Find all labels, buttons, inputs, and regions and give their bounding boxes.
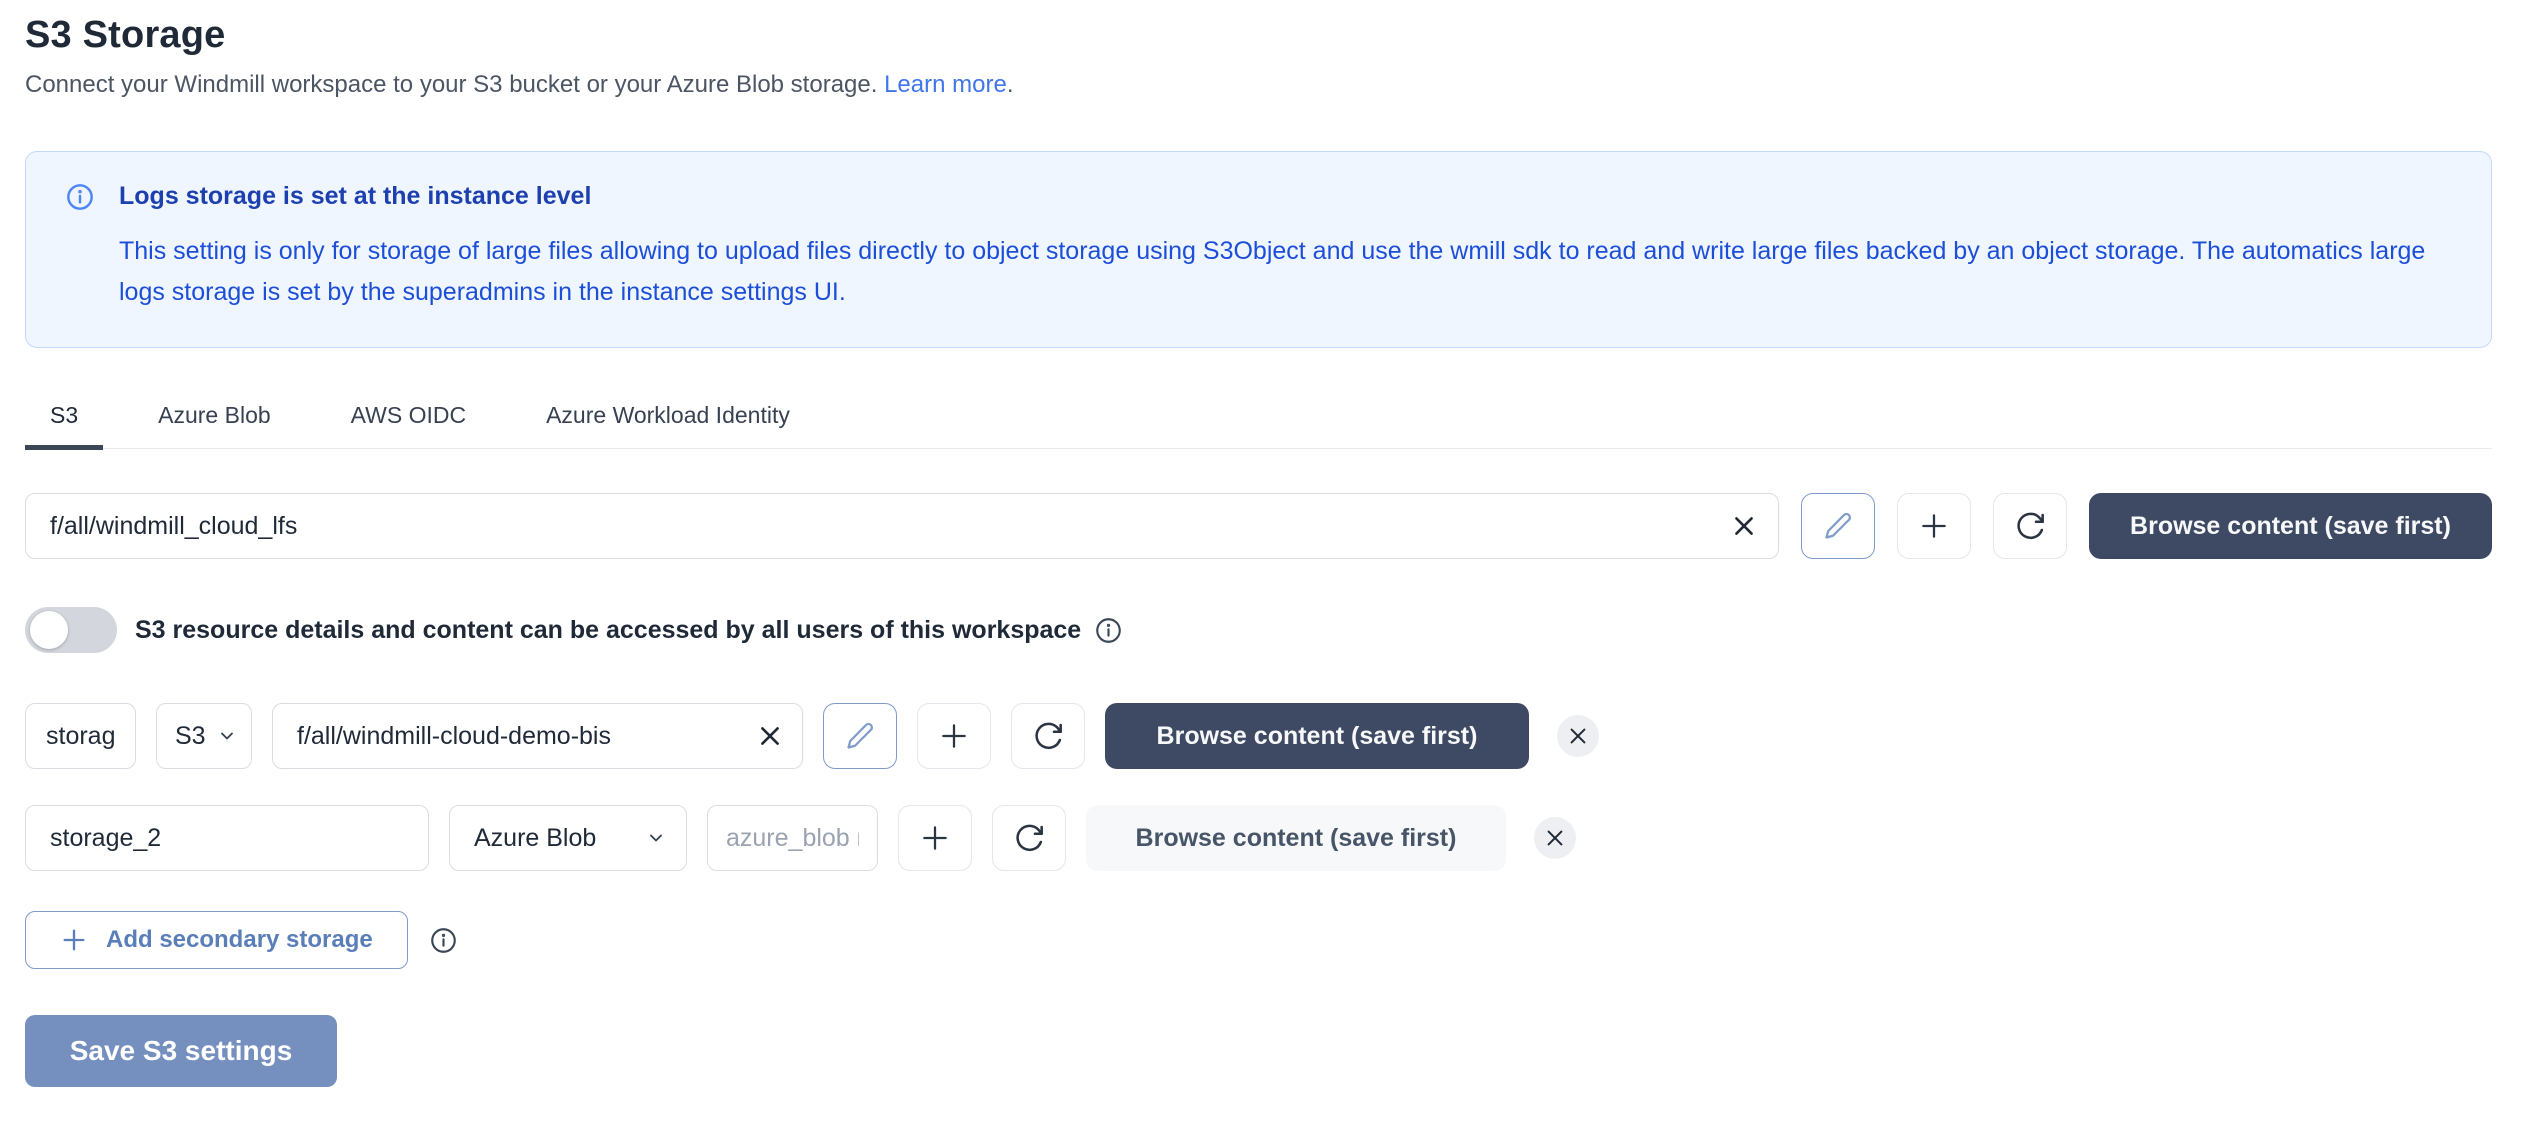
create-resource-button[interactable] bbox=[1897, 493, 1971, 559]
workspace-access-label: S3 resource details and content can be a… bbox=[135, 616, 1081, 645]
primary-storage-row: Browse content (save first) bbox=[25, 493, 2492, 559]
tab-s3[interactable]: S3 bbox=[25, 402, 103, 450]
primary-resource-input-wrap bbox=[25, 493, 1779, 559]
add-secondary-row: Add secondary storage bbox=[25, 871, 2492, 969]
banner-body: This setting is only for storage of larg… bbox=[119, 231, 2449, 313]
secondary-browse-content-button[interactable]: Browse content (save first) bbox=[1105, 703, 1529, 769]
pencil-icon bbox=[845, 721, 875, 751]
plus-icon bbox=[60, 926, 88, 954]
tab-azure-workload-identity[interactable]: Azure Workload Identity bbox=[521, 402, 815, 448]
tab-aws-oidc[interactable]: AWS OIDC bbox=[326, 402, 491, 448]
add-secondary-storage-label: Add secondary storage bbox=[106, 926, 373, 954]
secondary-name-input[interactable] bbox=[25, 805, 429, 871]
secondary-resource-input[interactable] bbox=[272, 703, 803, 769]
create-resource-button[interactable] bbox=[917, 703, 991, 769]
toggle-knob bbox=[30, 611, 68, 649]
secondary-storage-row: Azure Blob Browse content (save first) bbox=[25, 805, 2492, 871]
selected-type: S3 bbox=[175, 722, 206, 751]
banner-header: Logs storage is set at the instance leve… bbox=[66, 182, 2451, 211]
secondary-type-select[interactable]: S3 bbox=[156, 703, 252, 769]
info-icon[interactable] bbox=[430, 927, 457, 954]
edit-resource-button[interactable] bbox=[823, 703, 897, 769]
subtitle-text: Connect your Windmill workspace to your … bbox=[25, 71, 877, 98]
workspace-access-toggle-row: S3 resource details and content can be a… bbox=[25, 607, 2492, 653]
refresh-icon bbox=[1013, 822, 1045, 854]
x-icon bbox=[1544, 827, 1566, 849]
chevron-down-icon bbox=[646, 828, 666, 848]
refresh-icon bbox=[2014, 510, 2046, 542]
clear-resource-icon[interactable] bbox=[757, 723, 783, 749]
primary-browse-content-button[interactable]: Browse content (save first) bbox=[2089, 493, 2492, 559]
learn-more-link[interactable]: Learn more bbox=[884, 71, 1007, 98]
secondary-resource-input[interactable] bbox=[707, 805, 878, 871]
secondary-type-select[interactable]: Azure Blob bbox=[449, 805, 687, 871]
primary-resource-input[interactable] bbox=[25, 493, 1779, 559]
secondary-storage-row: S3 Browse content (s bbox=[25, 703, 2492, 769]
refresh-resource-button[interactable] bbox=[1993, 493, 2067, 559]
add-secondary-storage-button[interactable]: Add secondary storage bbox=[25, 911, 408, 969]
selected-type: Azure Blob bbox=[474, 824, 596, 853]
info-icon bbox=[66, 183, 94, 211]
s3-storage-settings-page: S3 Storage Connect your Windmill workspa… bbox=[0, 0, 2530, 1087]
remove-secondary-storage-button[interactable] bbox=[1534, 817, 1576, 859]
refresh-resource-button[interactable] bbox=[1011, 703, 1085, 769]
plus-icon bbox=[938, 720, 970, 752]
info-icon[interactable] bbox=[1095, 617, 1122, 644]
tab-azure-blob[interactable]: Azure Blob bbox=[133, 402, 296, 448]
page-subtitle: Connect your Windmill workspace to your … bbox=[25, 71, 2492, 99]
workspace-access-toggle[interactable] bbox=[25, 607, 117, 653]
edit-resource-button[interactable] bbox=[1801, 493, 1875, 559]
create-resource-button[interactable] bbox=[898, 805, 972, 871]
instance-level-logs-banner: Logs storage is set at the instance leve… bbox=[25, 151, 2492, 348]
secondary-browse-content-button[interactable]: Browse content (save first) bbox=[1086, 805, 1506, 871]
page-title: S3 Storage bbox=[25, 14, 2492, 57]
pencil-icon bbox=[1823, 511, 1853, 541]
subtitle-period: . bbox=[1007, 71, 1014, 98]
banner-title: Logs storage is set at the instance leve… bbox=[119, 182, 591, 211]
storage-type-tabs: S3 Azure Blob AWS OIDC Azure Workload Id… bbox=[25, 402, 2492, 449]
x-icon bbox=[1567, 725, 1589, 747]
plus-icon bbox=[919, 822, 951, 854]
refresh-icon bbox=[1032, 720, 1064, 752]
clear-resource-icon[interactable] bbox=[1731, 513, 1757, 539]
remove-secondary-storage-button[interactable] bbox=[1557, 715, 1599, 757]
secondary-name-input[interactable] bbox=[25, 703, 136, 769]
save-s3-settings-button[interactable]: Save S3 settings bbox=[25, 1015, 337, 1087]
plus-icon bbox=[1918, 510, 1950, 542]
secondary-resource-input-wrap bbox=[272, 703, 803, 769]
refresh-resource-button[interactable] bbox=[992, 805, 1066, 871]
chevron-down-icon bbox=[217, 726, 237, 746]
